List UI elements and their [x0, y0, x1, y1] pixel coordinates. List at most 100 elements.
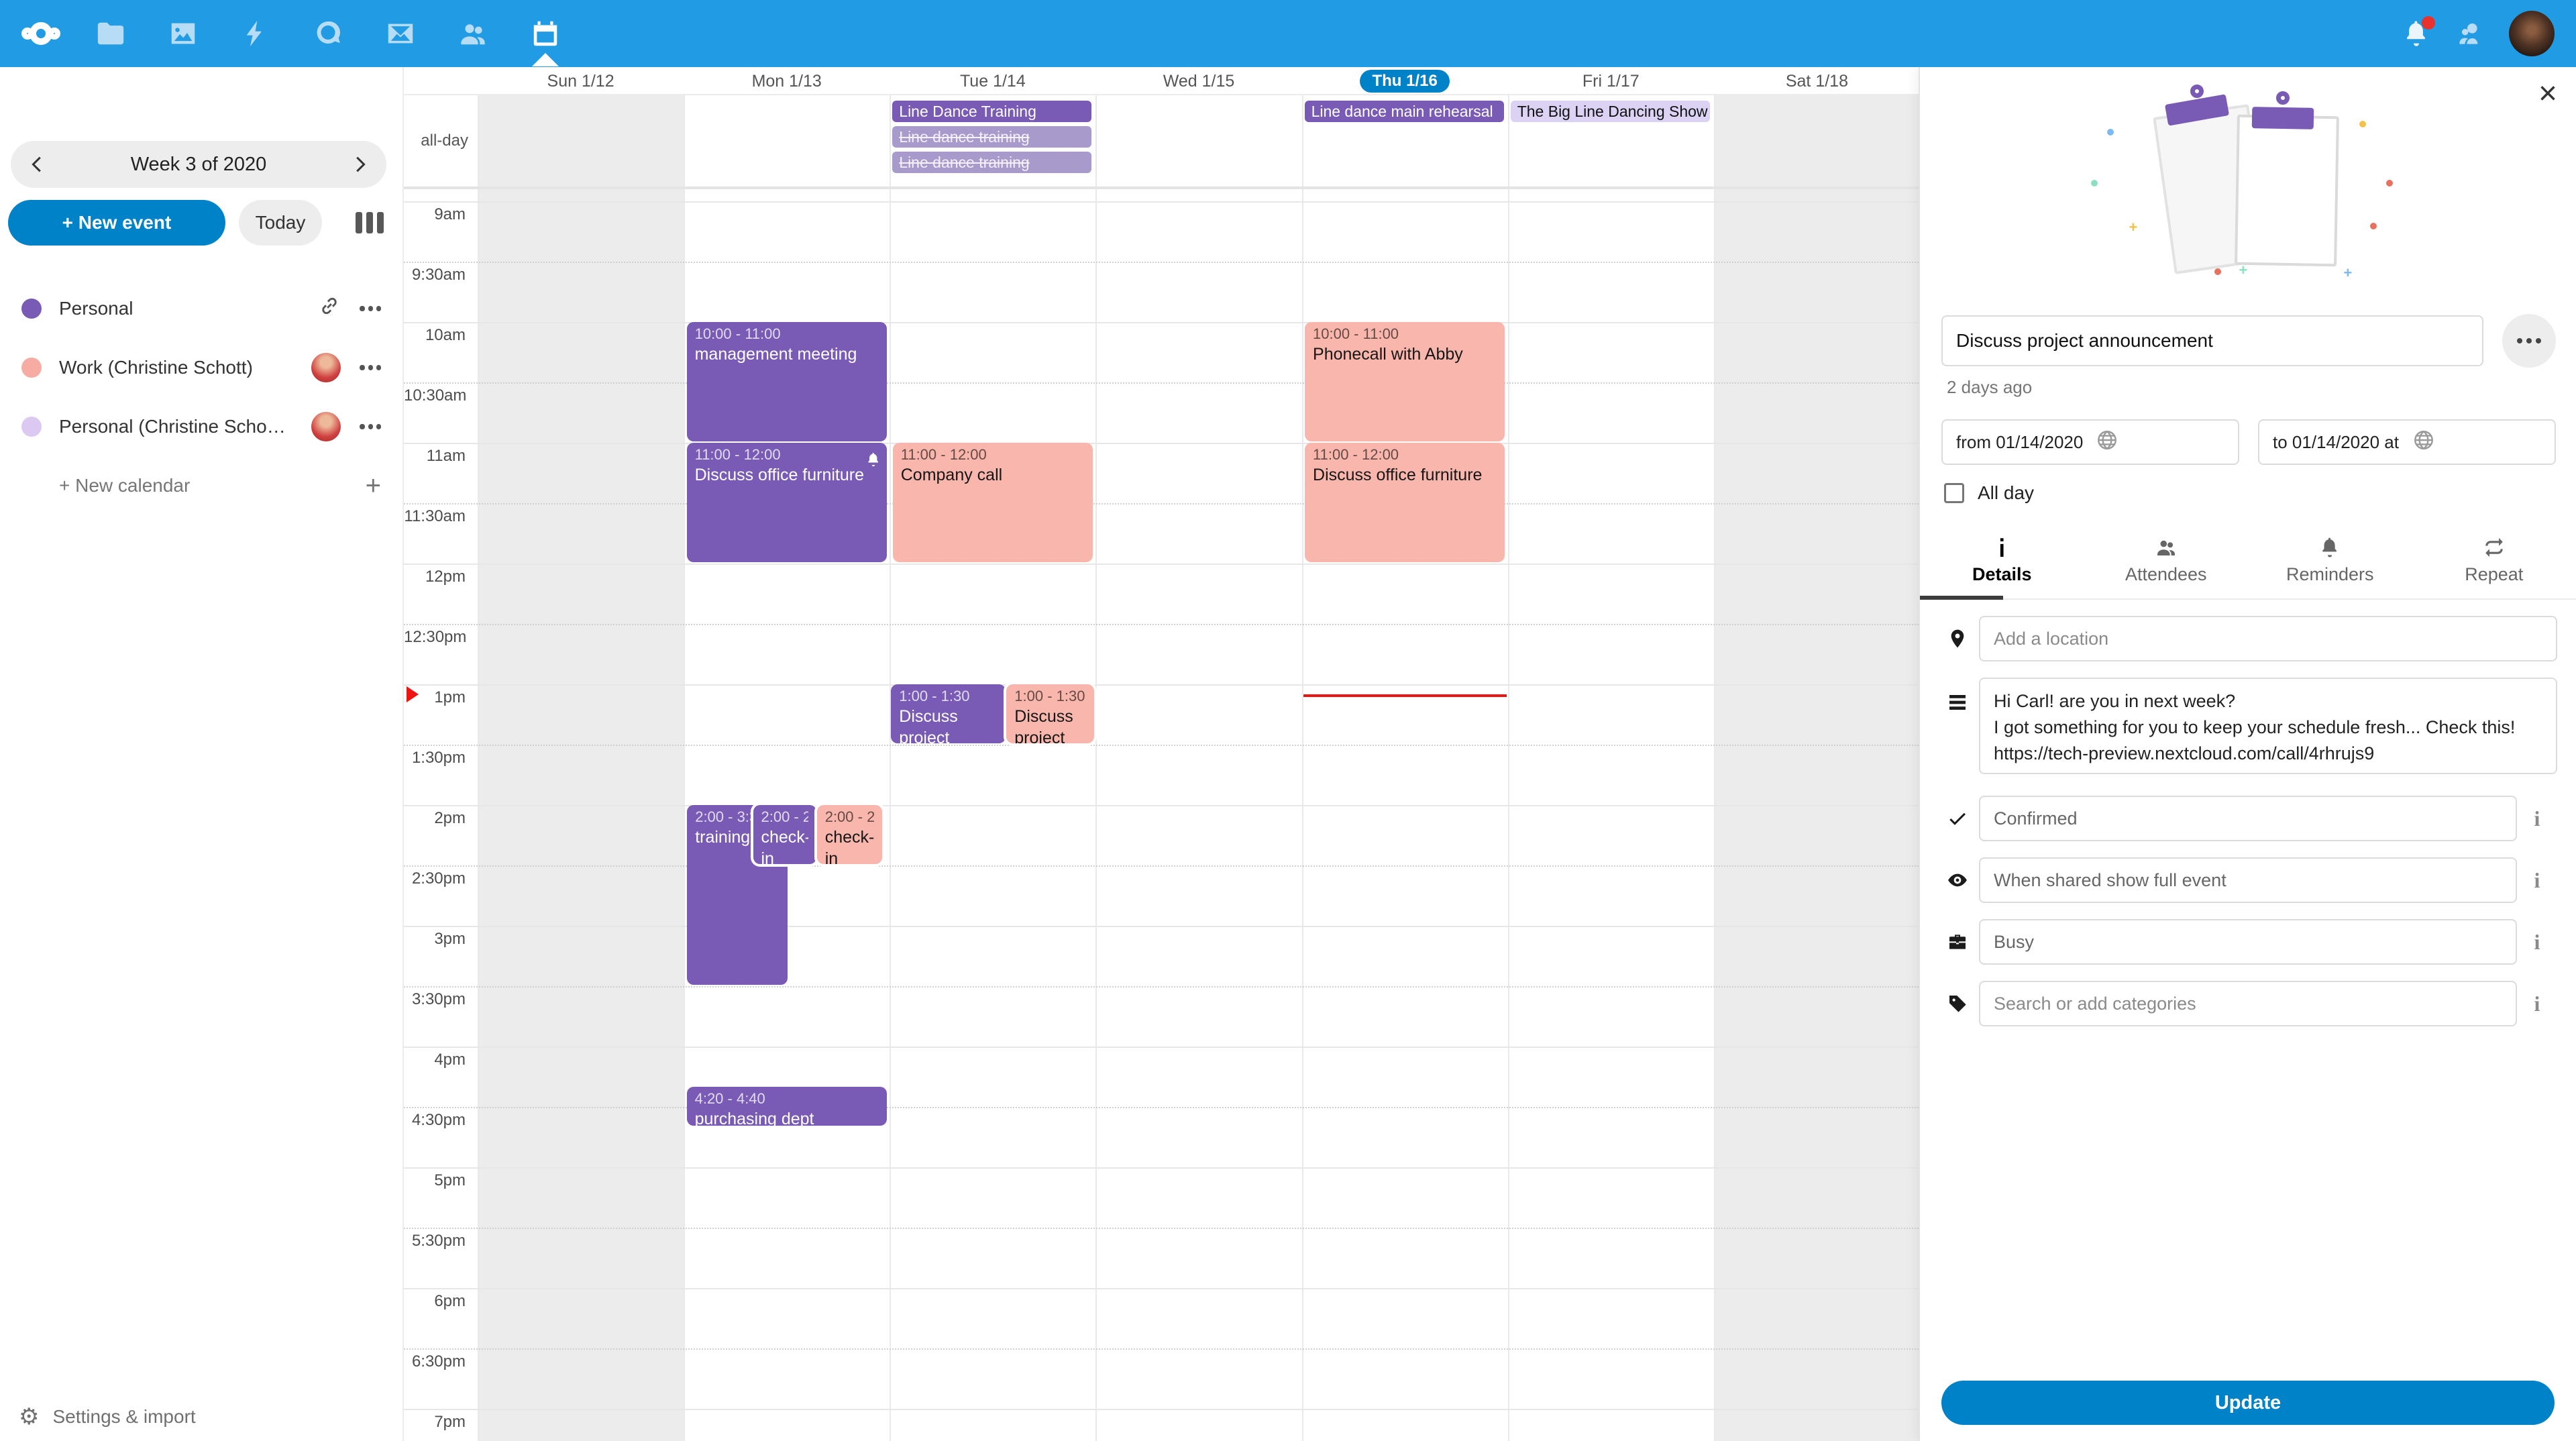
description-textarea[interactable]: Hi Carl! are you in next week? I got som…: [1979, 678, 2557, 774]
info-icon[interactable]: i: [2517, 930, 2557, 955]
timezone-globe-icon[interactable]: [2096, 429, 2227, 456]
new-calendar-button[interactable]: + New calendar+: [0, 456, 402, 515]
start-date-field[interactable]: from 01/14/2020 at 1:00 PM: [1941, 419, 2239, 465]
settings-import[interactable]: ⚙ Settings & import: [19, 1403, 196, 1430]
tab-repeat[interactable]: Repeat: [2412, 531, 2576, 598]
day-column-sun-1-12[interactable]: [478, 189, 684, 1441]
status-select[interactable]: Confirmed: [1979, 796, 2517, 841]
tab-attendees[interactable]: Attendees: [2084, 531, 2249, 598]
event-actions-menu-icon[interactable]: [2502, 314, 2556, 368]
week-navigation: Week 3 of 2020: [11, 141, 386, 188]
event-time: 10:00 - 11:00: [695, 325, 879, 343]
previous-week-button[interactable]: [11, 141, 64, 188]
day-column-sat-1-18[interactable]: [1714, 95, 1919, 186]
event-title-row: [1941, 314, 2556, 368]
day-column-sat-1-18[interactable]: [1714, 189, 1919, 1441]
calendar-list-item-work-christine-schott[interactable]: Work (Christine Schott): [0, 338, 402, 397]
talk-icon[interactable]: [313, 18, 343, 49]
day-header-sun-1-12[interactable]: Sun 1/12: [478, 67, 684, 95]
info-icon[interactable]: i: [2517, 868, 2557, 893]
settings-label: Settings & import: [52, 1406, 195, 1428]
allday-event[interactable]: Line dance main rehearsal: [1305, 101, 1504, 122]
calendar-menu-icon[interactable]: [360, 306, 381, 311]
day-header-tue-1-14[interactable]: Tue 1/14: [890, 67, 1095, 95]
timezone-globe-icon[interactable]: [2412, 429, 2544, 456]
event-phonecall-with-abby[interactable]: 10:00 - 11:00Phonecall with Abby: [1305, 322, 1505, 441]
time-label: 12pm: [404, 568, 466, 586]
freebusy-select[interactable]: Busy: [1979, 919, 2517, 965]
end-date-value: to 01/14/2020 at 1:30 PM: [2273, 432, 2404, 453]
next-week-button[interactable]: [333, 141, 386, 188]
day-column-tue-1-14[interactable]: [890, 189, 1095, 1441]
mail-icon[interactable]: [385, 18, 416, 49]
time-label: 3pm: [404, 930, 466, 949]
event-discuss-office-furniture[interactable]: 11:00 - 12:00Discuss office furniture: [1305, 443, 1505, 562]
location-input[interactable]: [1979, 616, 2557, 661]
notification-badge: [2422, 16, 2435, 30]
event-time: 11:00 - 12:00: [695, 445, 879, 464]
visibility-select[interactable]: When shared show full event: [1979, 857, 2517, 903]
event-purchasing-dept[interactable]: 4:20 - 4:40purchasing dept: [687, 1087, 887, 1126]
day-header-fri-1-17[interactable]: Fri 1/17: [1508, 67, 1714, 95]
new-event-button[interactable]: + New event: [8, 200, 225, 246]
notifications-bell-icon[interactable]: [2402, 19, 2431, 48]
day-column-fri-1-17[interactable]: [1508, 189, 1714, 1441]
info-icon[interactable]: i: [2517, 992, 2557, 1016]
event-discuss-project[interactable]: 1:00 - 1:30Discuss project: [1006, 684, 1094, 743]
grid-line: [404, 443, 1919, 444]
event-check-in[interactable]: 2:00 - 2:30check-in: [753, 805, 816, 864]
day-header-sat-1-18[interactable]: Sat 1/18: [1714, 67, 1919, 95]
calendar-icon[interactable]: [530, 18, 561, 49]
event-discuss-project-announcement[interactable]: 1:00 - 1:30Discuss project announcement: [891, 684, 1006, 743]
calendar-item-actions: [311, 412, 381, 441]
allday-event[interactable]: Line dance training: [892, 152, 1091, 173]
share-link-icon[interactable]: [318, 295, 341, 323]
calendar-menu-icon[interactable]: [360, 365, 381, 370]
tab-details[interactable]: Details: [1920, 531, 2084, 598]
week-view-icon[interactable]: [356, 212, 384, 233]
contacts-menu-icon[interactable]: [2455, 19, 2485, 48]
day-header-wed-1-15[interactable]: Wed 1/15: [1095, 67, 1301, 95]
day-header-mon-1-13[interactable]: Mon 1/13: [684, 67, 890, 95]
categories-input[interactable]: [1979, 981, 2517, 1026]
nextcloud-logo-icon[interactable]: [21, 22, 60, 45]
allday-section: all-day Line Dance TrainingLine dance tr…: [404, 95, 1919, 189]
day-column-wed-1-15[interactable]: [1095, 95, 1301, 186]
files-icon[interactable]: [95, 18, 126, 49]
calendar-color-dot: [21, 358, 42, 378]
event-title-input[interactable]: [1941, 315, 2483, 366]
calendar-menu-icon[interactable]: [360, 424, 381, 429]
day-column-sun-1-12[interactable]: [478, 95, 684, 186]
photos-icon[interactable]: [168, 18, 199, 49]
allday-event[interactable]: The Big Line Dancing Show: [1511, 101, 1710, 122]
contacts-icon[interactable]: [458, 18, 488, 49]
calendar-color-dot: [21, 417, 42, 437]
calendar-list-item-personal-christine-scho[interactable]: Personal (Christine Scho…: [0, 397, 402, 456]
calendar-list-item-personal[interactable]: Personal: [0, 279, 402, 338]
day-header-thu-1-16[interactable]: Thu 1/16: [1302, 67, 1508, 95]
event-time: 1:00 - 1:30: [1014, 687, 1086, 706]
event-management-meeting[interactable]: 10:00 - 11:00management meeting: [687, 322, 887, 441]
allday-event[interactable]: Line Dance Training: [892, 101, 1091, 122]
day-column-mon-1-13[interactable]: [684, 95, 890, 186]
event-company-call[interactable]: 11:00 - 12:00Company call: [893, 443, 1093, 562]
time-label: 9am: [404, 205, 466, 224]
event-discuss-office-furniture[interactable]: 11:00 - 12:00Discuss office furniture: [687, 443, 887, 562]
event-title: Phonecall with Abby: [1313, 343, 1497, 365]
grid-line: [404, 564, 1919, 565]
illustration-clip: [2252, 107, 2314, 129]
end-date-field[interactable]: to 01/14/2020 at 1:30 PM: [2258, 419, 2556, 465]
today-button[interactable]: Today: [239, 200, 322, 246]
time-label: 3:30pm: [404, 990, 466, 1009]
allday-event[interactable]: Line dance training: [892, 126, 1091, 148]
activity-icon[interactable]: [240, 18, 271, 49]
info-icon[interactable]: i: [2517, 806, 2557, 831]
close-icon[interactable]: ×: [2538, 78, 2557, 110]
update-button[interactable]: Update: [1941, 1381, 2555, 1425]
tab-reminders[interactable]: Reminders: [2248, 531, 2412, 598]
top-navigation-bar: [0, 0, 2576, 67]
allday-checkbox[interactable]: [1944, 483, 1964, 503]
day-column-wed-1-15[interactable]: [1095, 189, 1301, 1441]
user-avatar[interactable]: [2509, 11, 2555, 56]
event-check-in[interactable]: 2:00 - 2:30check-in: [817, 805, 882, 864]
